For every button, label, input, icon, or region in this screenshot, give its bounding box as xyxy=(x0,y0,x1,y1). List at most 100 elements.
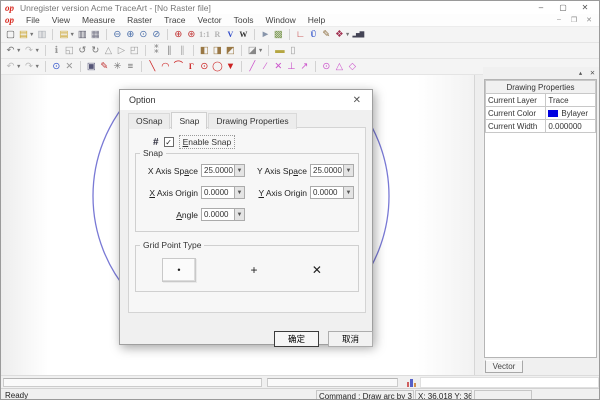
angle-value[interactable]: 0.0000 xyxy=(202,209,234,220)
vector-view-icon[interactable]: V xyxy=(224,28,237,42)
zoom-window-icon[interactable]: ⊙ xyxy=(137,28,150,42)
link-icon[interactable]: ◱ xyxy=(63,44,76,58)
y-axis-space-value[interactable]: 25.0000 xyxy=(311,165,343,176)
crop-icon[interactable]: ◰ xyxy=(128,44,141,58)
snap-tangent-icon[interactable]: ↗ xyxy=(298,60,311,74)
maximize-button[interactable]: ▢ xyxy=(553,2,573,14)
raster-view-icon[interactable]: R xyxy=(211,28,224,42)
tab-snap[interactable]: Snap xyxy=(171,112,207,129)
brush-erase-icon[interactable]: ◨ xyxy=(211,44,224,58)
grid-point-cross[interactable]: ✕ xyxy=(312,263,322,277)
pen-edit-icon[interactable]: ✎ xyxy=(320,28,333,42)
layers-icon[interactable]: ▣ xyxy=(85,60,98,74)
dialog-title-bar[interactable]: Option ✕ xyxy=(120,90,372,110)
draw-polyline-icon[interactable]: Γ xyxy=(185,60,198,74)
draw-filled-icon[interactable]: ▼ xyxy=(224,60,237,74)
snap-intersect-icon[interactable]: ✕ xyxy=(272,60,285,74)
y-axis-space-combo[interactable]: 25.0000▼ xyxy=(310,164,354,177)
save-as-icon[interactable]: ▥ xyxy=(76,28,89,42)
despeckle-icon[interactable]: ⁑ xyxy=(150,44,163,58)
ruler-icon[interactable]: ▬ xyxy=(273,44,286,58)
snap-node-icon[interactable]: △ xyxy=(333,60,346,74)
menu-window[interactable]: Window xyxy=(259,15,301,25)
menu-measure[interactable]: Measure xyxy=(76,15,121,25)
magnet-snap-icon[interactable]: Ü xyxy=(307,28,320,42)
menu-raster[interactable]: Raster xyxy=(121,15,158,25)
zoom-extents-icon[interactable]: ⊘ xyxy=(150,28,163,42)
zoom-raster-icon[interactable]: ⊕ xyxy=(172,28,185,42)
save-file-icon[interactable]: ▥ xyxy=(35,28,48,42)
mdi-minimize-button[interactable]: – xyxy=(553,16,565,24)
zoom-all-icon[interactable]: ⊛ xyxy=(185,28,198,42)
property-value[interactable]: 0.000000 xyxy=(546,120,596,133)
image-icon[interactable]: ▩ xyxy=(272,28,285,42)
import-raster-icon-dropdown[interactable]: ▼ xyxy=(69,32,74,38)
close-button[interactable]: ✕ xyxy=(575,2,595,14)
draw-line-icon[interactable]: ╲ xyxy=(146,60,159,74)
draw-arc-3pt-icon[interactable]: ⌒ xyxy=(172,60,185,74)
draw-circle-icon[interactable]: ⊙ xyxy=(198,60,211,74)
property-value[interactable]: Bylayer xyxy=(546,107,596,120)
zoom-select-icon[interactable]: ⊙ xyxy=(50,60,63,74)
command-field-left[interactable] xyxy=(3,378,262,387)
play-trace-icon[interactable]: ► xyxy=(259,28,272,42)
ratio-1-1-label[interactable]: 1:1 xyxy=(198,28,211,42)
panel-splitter[interactable] xyxy=(474,75,483,375)
list-icon[interactable]: ≡ xyxy=(124,60,137,74)
info-icon[interactable]: ℹ xyxy=(50,44,63,58)
undo-vector-icon-dropdown[interactable]: ▼ xyxy=(16,64,21,70)
x-axis-space-value[interactable]: 25.0000 xyxy=(202,165,234,176)
menu-help[interactable]: Help xyxy=(302,15,331,25)
brush-fill-icon[interactable]: ◧ xyxy=(198,44,211,58)
undo-icon-dropdown[interactable]: ▼ xyxy=(16,48,21,54)
grid-point-plus[interactable]: + xyxy=(250,263,257,277)
both-view-icon[interactable]: W xyxy=(237,28,250,42)
thin-lines-icon[interactable]: ∥ xyxy=(163,44,176,58)
delete-icon[interactable]: ✕ xyxy=(63,60,76,74)
settings-flower-icon[interactable]: ✳ xyxy=(111,60,124,74)
scan-icon[interactable]: ▦ xyxy=(89,28,102,42)
y-axis-space-dropdown-icon[interactable]: ▼ xyxy=(343,165,353,176)
mirror-icon[interactable]: ▷ xyxy=(115,44,128,58)
y-axis-origin-combo[interactable]: 0.0000▼ xyxy=(310,186,354,199)
y-axis-origin-dropdown-icon[interactable]: ▼ xyxy=(343,187,353,198)
draw-polygon-icon[interactable]: ◯ xyxy=(211,60,224,74)
angle-dropdown-icon[interactable]: ▼ xyxy=(234,209,244,220)
enable-snap-label[interactable]: Enable Snap xyxy=(179,135,236,149)
new-file-icon[interactable]: ▢ xyxy=(4,28,17,42)
tab-drawing-properties[interactable]: Drawing Properties xyxy=(208,113,296,129)
rotate-cw-icon[interactable]: ↻ xyxy=(89,44,102,58)
minimize-button[interactable]: – xyxy=(531,2,551,14)
x-axis-origin-dropdown-icon[interactable]: ▼ xyxy=(234,187,244,198)
enable-snap-checkbox[interactable]: ✓ xyxy=(164,137,174,147)
redo-icon-dropdown[interactable]: ▼ xyxy=(34,48,39,54)
open-file-icon-dropdown[interactable]: ▼ xyxy=(29,32,34,38)
snap-center-icon[interactable]: ⊙ xyxy=(320,60,333,74)
snap-quadrant-icon[interactable]: ◇ xyxy=(346,60,359,74)
eraser-icon-dropdown[interactable]: ▼ xyxy=(258,48,263,54)
y-axis-origin-value[interactable]: 0.0000 xyxy=(311,187,343,198)
menu-view[interactable]: View xyxy=(46,15,76,25)
draw-arc-icon[interactable]: ◠ xyxy=(159,60,172,74)
panel-pin-button[interactable]: ▴ xyxy=(576,69,585,77)
dialog-close-icon[interactable]: ✕ xyxy=(351,95,363,106)
column-icon[interactable]: ▯ xyxy=(286,44,299,58)
menu-file[interactable]: File xyxy=(20,15,46,25)
mdi-close-button[interactable]: ✕ xyxy=(583,16,595,24)
x-axis-space-dropdown-icon[interactable]: ▼ xyxy=(234,165,244,176)
x-axis-origin-value[interactable]: 0.0000 xyxy=(202,187,234,198)
rotate-ccw-icon[interactable]: ↺ xyxy=(76,44,89,58)
axis-origin-icon[interactable]: ∟ xyxy=(294,28,307,42)
x-axis-origin-combo[interactable]: 0.0000▼ xyxy=(201,186,245,199)
mini-chart-icon[interactable] xyxy=(406,378,417,387)
x-axis-space-combo[interactable]: 25.0000▼ xyxy=(201,164,245,177)
menu-tools[interactable]: Tools xyxy=(228,15,260,25)
snap-parallel-icon[interactable]: ∕ xyxy=(259,60,272,74)
menu-trace[interactable]: Trace xyxy=(158,15,191,25)
snap-line-icon[interactable]: ╱ xyxy=(246,60,259,74)
cancel-button[interactable]: 取消 xyxy=(328,331,373,347)
edit-pen-icon[interactable]: ✎ xyxy=(98,60,111,74)
command-input[interactable] xyxy=(420,377,599,388)
histogram-icon[interactable]: ▂▅▇ xyxy=(351,28,364,42)
redo-vector-icon-dropdown[interactable]: ▼ xyxy=(34,64,39,70)
